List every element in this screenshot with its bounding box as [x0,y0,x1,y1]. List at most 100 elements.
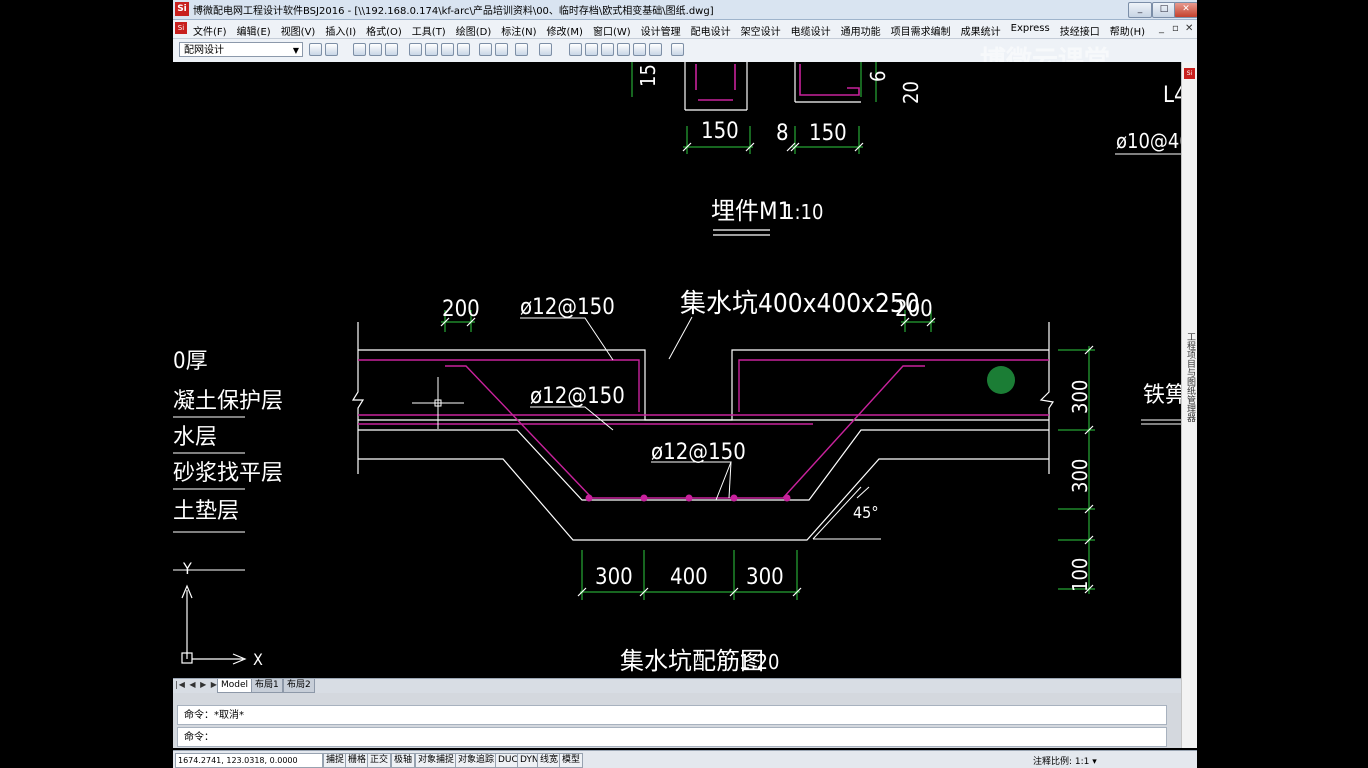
rebar-label-middle: ø12@150 [530,384,625,409]
menu-item[interactable]: 技经接口 [1060,23,1100,38]
menu-item[interactable]: 帮助(H) [1110,23,1145,38]
left-note-2: 凝土保护层 [173,389,283,414]
top-right-rebar: ø10@40 [1116,129,1181,153]
left-notes: 0厚 凝土保护层 水层 砂浆找平层 土垫层 [173,349,283,571]
match-properties-icon[interactable] [495,43,508,56]
workspace-lock-icon[interactable] [325,43,338,56]
menu-item[interactable]: 文件(F) [193,23,227,38]
save-icon[interactable] [385,43,398,56]
rebar-label-top: ø12@150 [520,295,615,320]
mdi-minimize-button[interactable]: _ [1159,23,1164,34]
new-file-icon[interactable] [353,43,366,56]
embed-rebar [695,64,860,101]
dimension-lines [441,310,1095,600]
cut-icon[interactable] [479,43,492,56]
right-partial-label: 铁箅 [1143,383,1181,408]
menu-item[interactable]: 视图(V) [281,23,316,38]
menu-item[interactable]: 修改(M) [547,23,583,38]
redo-icon[interactable] [539,43,552,56]
menu-item[interactable]: 绘图(D) [456,23,492,38]
menu-item[interactable]: 编辑(E) [237,23,271,38]
ucs-x-label: X [253,650,263,669]
polar-toggle[interactable]: 极轴 [391,753,416,768]
close-button[interactable]: ✕ [1174,2,1197,18]
lineweight-toggle[interactable]: 线宽 [537,753,562,768]
annotation-scale-label: 注释比例: [1033,757,1073,767]
bottom-dim-2: 400 [670,565,708,590]
title-bar: Si 博微配电网工程设计软件BSJ2016 - [\\192.168.0.174… [173,0,1197,20]
embed-vert-dim-2: 6 [866,71,890,82]
side-panel[interactable]: Si 工程项目与图纸管理器 [1181,62,1197,748]
tab-layout2[interactable]: 布局2 [283,679,315,693]
maximize-button[interactable]: □ [1152,2,1176,18]
menu-item[interactable]: 电缆设计 [791,23,831,38]
snap-toggle[interactable]: 捕捉 [323,753,348,768]
open-file-icon[interactable] [369,43,382,56]
minimize-button[interactable]: _ [1128,2,1152,18]
menu-item[interactable]: 窗口(W) [593,23,631,38]
coordinate-readout: 1674.2741, 123.0318, 0.0000 [175,753,323,768]
menu-item[interactable]: 标注(N) [501,23,536,38]
tool-palette-icon[interactable] [601,43,614,56]
drawing-canvas[interactable]: 150 8 150 15 6 20 埋件M1 1:10 L4 ø10@40 0厚… [173,62,1181,678]
tab-layout1[interactable]: 布局1 [251,679,283,693]
properties-icon[interactable] [569,43,582,56]
chevron-down-icon: ▼ [292,46,299,55]
print-icon[interactable] [409,43,422,56]
help-icon[interactable] [671,43,684,56]
osnap-toggle[interactable]: 对象捕捉 [415,753,458,768]
tab-model[interactable]: Model [217,679,253,693]
menu-item[interactable]: 插入(I) [325,23,356,38]
publish-icon[interactable] [441,43,454,56]
menu-item[interactable]: 架空设计 [741,23,781,38]
embed-scale: 1:10 [783,200,823,224]
markup-icon[interactable] [633,43,646,56]
mdi-close-button[interactable]: ✕ [1185,23,1193,34]
menu-item[interactable]: 工具(T) [412,23,446,38]
calculator-icon[interactable] [649,43,662,56]
drain-marker [987,366,1015,394]
menu-item[interactable]: 配电设计 [691,23,731,38]
window-title: 博微配电网工程设计软件BSJ2016 - [\\192.168.0.174\kf… [193,6,714,17]
menu-item[interactable]: 成果统计 [961,23,1001,38]
tab-navigation-arrows[interactable]: |◀ ◀ ▶ ▶| [175,680,222,689]
pit-section-outline [351,322,1055,541]
ortho-toggle[interactable]: 正交 [367,753,392,768]
menu-item[interactable]: Express [1011,23,1050,38]
grid-toggle[interactable]: 栅格 [345,753,370,768]
ucs-icon [181,584,247,665]
embed-dim-2: 8 [776,121,789,146]
sheet-set-icon[interactable] [617,43,630,56]
command-window: 命令：*取消* 命令： [173,693,1181,748]
pit-label: 集水坑400x400x250 [680,289,920,319]
embed-dim-3: 150 [809,121,847,146]
print-preview-icon[interactable] [425,43,438,56]
menu-item[interactable]: 格式(O) [366,23,402,38]
panel-logo-icon: Si [1184,68,1195,79]
otrack-toggle[interactable]: 对象追踪 [455,753,498,768]
crosshair-cursor [412,377,464,429]
plot-icon[interactable] [457,43,470,56]
menu-item[interactable]: 项目需求编制 [891,23,951,38]
right-dim-3: 100 [1068,558,1092,592]
mdi-restore-button[interactable]: ▫ [1172,23,1179,34]
bottom-dim-3: 300 [746,565,784,590]
angle-label: 45° [853,503,879,522]
embed-vert-dim-1: 15 [636,64,660,87]
top-right-label: L4 [1163,83,1181,108]
bottom-dim-1: 300 [595,565,633,590]
command-input[interactable]: 命令： [177,727,1167,747]
side-panel-label: 工程项目与图纸管理器 [1185,332,1195,422]
command-history: 命令：*取消* [177,705,1167,725]
left-note-3: 水层 [173,425,217,450]
left-note-5: 土垫层 [173,499,239,524]
undo-icon[interactable] [515,43,528,56]
menu-item[interactable]: 通用功能 [841,23,881,38]
design-center-icon[interactable] [585,43,598,56]
menu-bar: Si 文件(F) 编辑(E) 视图(V) 插入(I) 格式(O) 工具(T) 绘图(D) 标注… [173,20,1197,39]
workspace-select[interactable]: 配网设计 ▼ [179,42,303,57]
model-toggle[interactable]: 模型 [559,753,584,768]
annotation-scale[interactable]: 注释比例: 1:1 ▾ [1033,754,1097,767]
menu-item[interactable]: 设计管理 [641,23,681,38]
workspace-settings-icon[interactable] [309,43,322,56]
